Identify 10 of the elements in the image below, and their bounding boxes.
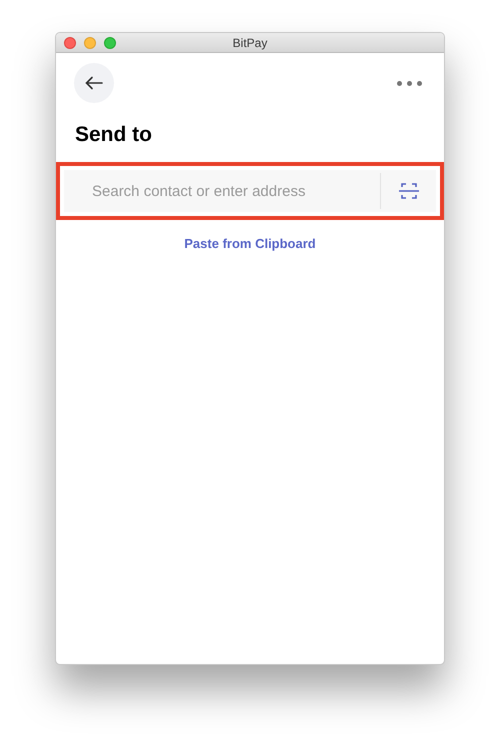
scan-icon bbox=[396, 182, 420, 200]
window-title: BitPay bbox=[232, 34, 268, 52]
paste-link[interactable]: Paste from Clipboard bbox=[184, 234, 316, 254]
back-arrow-icon bbox=[85, 76, 103, 90]
scan-button[interactable] bbox=[381, 170, 436, 212]
close-button[interactable] bbox=[64, 36, 76, 48]
search-field[interactable]: Search contact or enter address bbox=[64, 170, 380, 212]
page-title: Send to bbox=[74, 122, 153, 148]
back-button[interactable] bbox=[74, 63, 114, 103]
zoom-button[interactable] bbox=[104, 36, 116, 48]
